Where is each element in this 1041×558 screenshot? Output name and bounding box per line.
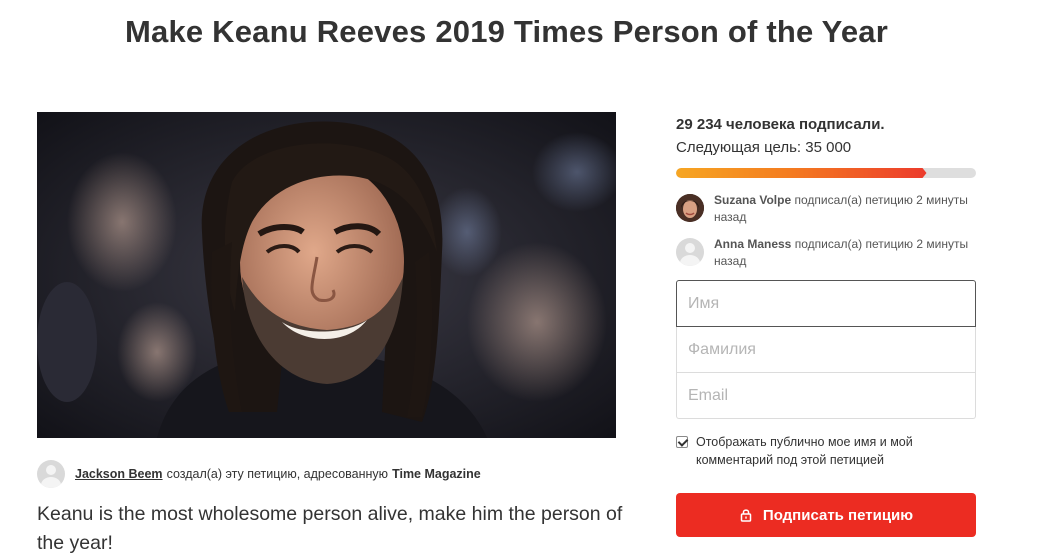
sign-panel: 29 234 человека подписали. Следующая цел… xyxy=(676,112,976,537)
recent-signer-name: Suzana Volpe xyxy=(714,193,792,207)
lock-icon xyxy=(740,509,752,522)
petition-photo-image xyxy=(37,112,616,438)
petition-photo xyxy=(37,112,616,438)
creator-avatar-icon xyxy=(37,460,65,488)
public-display-consent: Отображать публично мое имя и мой коммен… xyxy=(676,433,976,469)
last-name-input[interactable] xyxy=(676,327,976,373)
petition-creator: Jackson Beem создал(а) эту петицию, адре… xyxy=(37,459,481,489)
signature-count: 29 234 человека подписали. xyxy=(676,116,885,133)
signature-progress-fill xyxy=(676,168,927,178)
photo-avatar xyxy=(676,194,704,222)
sign-petition-button[interactable]: Подписать петицию xyxy=(676,493,976,537)
creator-text: создал(а) эту петицию, адресованную xyxy=(166,467,389,481)
petition-description: Keanu is the most wholesome person alive… xyxy=(37,503,623,554)
creator-name-link[interactable]: Jackson Beem xyxy=(75,467,163,481)
recent-signer: Suzana Volpe подписал(а) петицию 2 минут… xyxy=(676,192,976,226)
petition-target: Time Magazine xyxy=(392,467,481,481)
signature-progress-bar xyxy=(676,168,976,178)
email-input[interactable] xyxy=(676,373,976,419)
public-display-checkbox[interactable] xyxy=(676,436,688,448)
recent-signer: Anna Maness подписал(а) петицию 2 минуты… xyxy=(676,236,976,270)
recent-signers: Suzana Volpe подписал(а) петицию 2 минут… xyxy=(676,192,976,270)
first-name-input[interactable] xyxy=(676,280,976,327)
next-goal: Следующая цель: 35 000 xyxy=(676,139,852,156)
sign-petition-label: Подписать петицию xyxy=(762,506,914,524)
generic-user-icon xyxy=(676,238,704,266)
recent-signer-name: Anna Maness xyxy=(714,237,792,251)
public-display-label: Отображать публично мое имя и мой коммен… xyxy=(696,435,913,467)
sign-form: Отображать публично мое имя и мой коммен… xyxy=(676,280,976,537)
petition-title: Make Keanu Reeves 2019 Times Person of t… xyxy=(125,14,888,49)
